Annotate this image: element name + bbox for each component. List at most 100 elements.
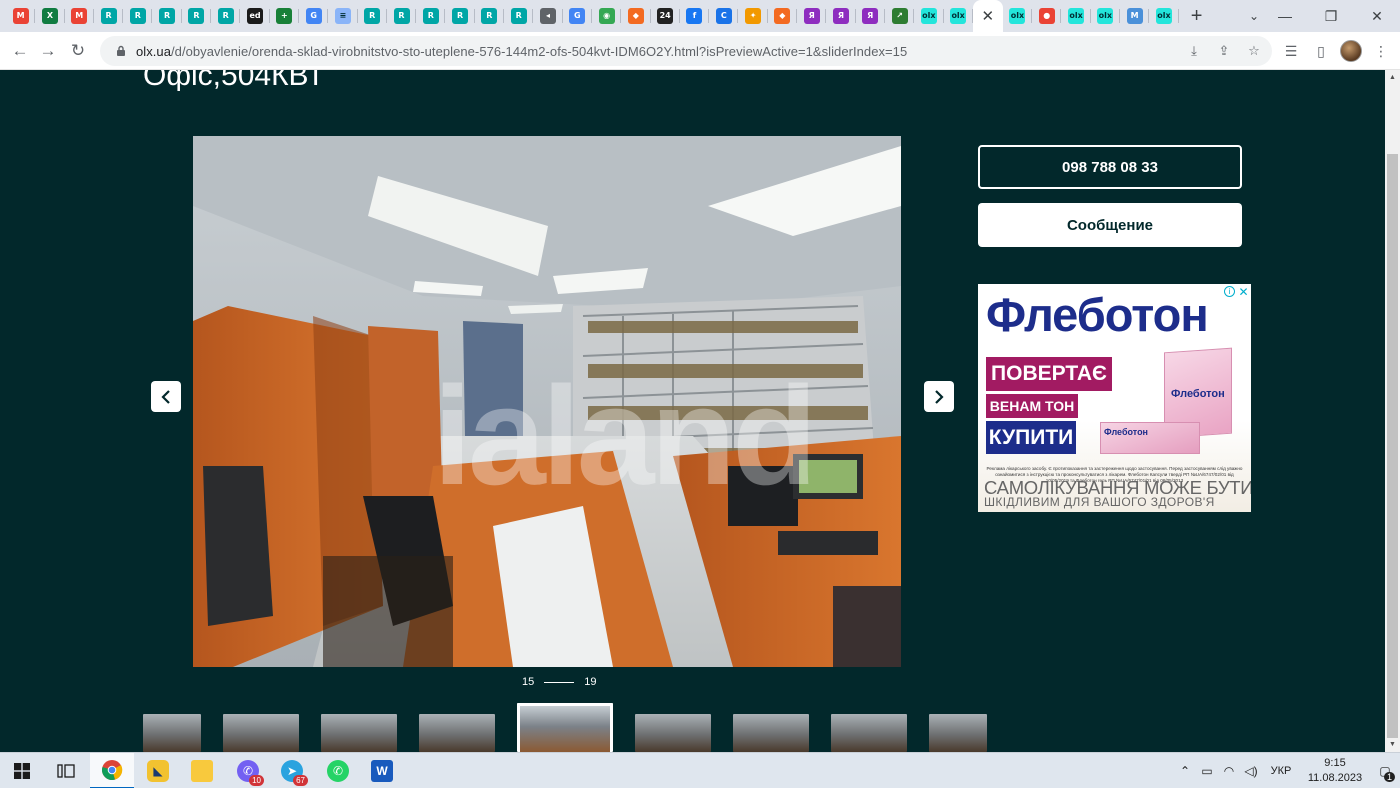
media-control-icon[interactable]: ☰ xyxy=(1280,39,1302,63)
browser-tab[interactable]: olx xyxy=(1091,0,1121,32)
chevron-up-icon[interactable]: ⌃ xyxy=(1174,764,1196,778)
browser-tab[interactable]: ◆ xyxy=(621,0,651,32)
browser-tab[interactable]: ◆ xyxy=(768,0,798,32)
ad-banner[interactable]: Флеботон i ✕ ПОВЕРТАЄ ВЕНАМ ТОН КУПИТИ Ф… xyxy=(978,284,1251,512)
ad-close-icon[interactable]: ✕ xyxy=(1238,285,1249,299)
browser-tab[interactable]: olx xyxy=(944,0,974,32)
forward-icon[interactable]: → xyxy=(36,39,60,63)
browser-tab[interactable]: G xyxy=(563,0,593,32)
browser-tab[interactable]: ◂ xyxy=(533,0,563,32)
browser-tab[interactable]: R xyxy=(387,0,417,32)
bookmark-star-icon[interactable]: ☆ xyxy=(1244,41,1264,61)
address-bar[interactable]: olx.ua/d/obyavlenie/orenda-sklad-virobni… xyxy=(100,36,1272,66)
browser-tab[interactable]: Я xyxy=(797,0,827,32)
share-icon[interactable]: ⇪ xyxy=(1214,41,1234,61)
start-button[interactable] xyxy=(0,753,44,788)
profile-avatar[interactable] xyxy=(1340,40,1362,62)
side-panel-icon[interactable]: ▯ xyxy=(1310,39,1332,63)
browser-tab[interactable]: R xyxy=(123,0,153,32)
taskbar-telegram[interactable]: ➤ 67 xyxy=(270,753,314,788)
taskbar-whatsapp[interactable]: ✆ xyxy=(316,753,360,788)
browser-tab[interactable]: + xyxy=(270,0,300,32)
browser-tab[interactable]: ≡ xyxy=(328,0,358,32)
browser-tab[interactable]: R xyxy=(504,0,534,32)
thumbnail-active[interactable] xyxy=(517,703,613,752)
browser-tab[interactable]: Я xyxy=(856,0,886,32)
browser-tab[interactable]: M xyxy=(1120,0,1150,32)
install-icon[interactable]: ⤓ xyxy=(1184,41,1204,61)
browser-tab[interactable]: R xyxy=(445,0,476,32)
thumbnail[interactable] xyxy=(321,714,397,752)
thumbnail[interactable] xyxy=(223,714,299,752)
minimize-icon[interactable]: — xyxy=(1262,0,1308,32)
browser-tab[interactable]: ✦ xyxy=(738,0,769,32)
browser-tab[interactable]: R xyxy=(152,0,183,32)
browser-tab[interactable]: 24 xyxy=(651,0,681,32)
taskbar-word[interactable]: W xyxy=(360,753,404,788)
thumbnail[interactable] xyxy=(419,714,495,752)
browser-tab[interactable]: C xyxy=(709,0,739,32)
browser-tab[interactable]: Я xyxy=(826,0,856,32)
taskbar-chrome[interactable] xyxy=(90,753,134,788)
wifi-icon[interactable]: ◠ xyxy=(1218,764,1240,778)
close-window-icon[interactable]: ✕ xyxy=(1354,0,1400,32)
new-tab-button[interactable]: + xyxy=(1179,0,1215,32)
browser-tab[interactable]: R xyxy=(475,0,505,32)
browser-tab[interactable]: G xyxy=(299,0,329,32)
browser-tab[interactable]: ● xyxy=(1032,0,1062,32)
browser-tab[interactable]: ed xyxy=(240,0,270,32)
close-icon[interactable]: ✕ xyxy=(980,8,996,24)
browser-tab[interactable]: R xyxy=(416,0,446,32)
browser-tab[interactable]: R xyxy=(211,0,241,32)
browser-tab[interactable]: f xyxy=(680,0,710,32)
reload-icon[interactable]: ↻ xyxy=(66,39,90,63)
browser-tab[interactable]: olx xyxy=(1149,0,1179,32)
gallery-prev-button[interactable] xyxy=(151,381,181,412)
task-view-button[interactable] xyxy=(44,753,88,788)
scroll-up-icon[interactable]: ▲ xyxy=(1385,70,1400,85)
gallery-photo[interactable]: ialand xyxy=(193,136,901,667)
thumbnail[interactable] xyxy=(733,714,809,752)
notifications-button[interactable]: ▢ 1 xyxy=(1370,764,1400,782)
browser-tab[interactable]: olx xyxy=(1003,0,1033,32)
browser-tab[interactable]: M xyxy=(65,0,95,32)
browser-tab[interactable]: ◉ xyxy=(592,0,622,32)
battery-icon[interactable]: ▭ xyxy=(1196,764,1218,778)
ad-buy-label[interactable]: КУПИТИ xyxy=(986,421,1076,454)
maximize-icon[interactable]: ❐ xyxy=(1308,0,1354,32)
ad-product-label: Флеботон xyxy=(1171,388,1225,400)
browser-tab[interactable]: X xyxy=(35,0,65,32)
lock-icon[interactable] xyxy=(106,45,136,57)
page-scrollbar[interactable]: ▲ ▼ xyxy=(1385,70,1400,752)
menu-kebab-icon[interactable]: ⋮ xyxy=(1370,39,1392,63)
back-icon[interactable]: ← xyxy=(8,39,32,63)
ria-icon: R xyxy=(100,8,117,24)
thumbnail[interactable] xyxy=(635,714,711,752)
ria-icon: R xyxy=(510,8,527,24)
browser-tab[interactable]: R xyxy=(358,0,388,32)
ad-info-icon[interactable]: i xyxy=(1224,286,1235,297)
browser-tab[interactable]: ↗ xyxy=(885,0,915,32)
volume-icon[interactable]: ◁) xyxy=(1240,764,1262,778)
show-phone-button[interactable]: 098 788 08 33 xyxy=(978,145,1242,189)
browser-tab[interactable]: M xyxy=(6,0,36,32)
browser-tab[interactable]: olx xyxy=(914,0,944,32)
language-indicator[interactable]: УКР xyxy=(1262,765,1300,777)
scroll-down-icon[interactable]: ▼ xyxy=(1385,737,1400,752)
browser-tab-active[interactable]: ✕ xyxy=(972,0,1003,32)
scroll-thumb[interactable] xyxy=(1387,154,1398,738)
olx-icon: olx xyxy=(1068,8,1085,24)
thumbnail[interactable] xyxy=(143,714,201,752)
clock[interactable]: 9:15 11.08.2023 xyxy=(1300,756,1370,786)
taskbar-file-explorer[interactable] xyxy=(180,753,224,788)
gallery-next-button[interactable] xyxy=(924,381,954,412)
message-button[interactable]: Сообщение xyxy=(978,203,1242,247)
thumbnail[interactable] xyxy=(929,714,987,752)
browser-tab[interactable]: olx xyxy=(1061,0,1091,32)
browser-tab[interactable]: R xyxy=(94,0,124,32)
taskbar-app[interactable]: ◣ xyxy=(136,753,180,788)
url-text[interactable]: olx.ua/d/obyavlenie/orenda-sklad-virobni… xyxy=(136,44,907,59)
taskbar-viber[interactable]: ✆ 10 xyxy=(226,753,270,788)
thumbnail[interactable] xyxy=(831,714,907,752)
browser-tab[interactable]: R xyxy=(182,0,212,32)
